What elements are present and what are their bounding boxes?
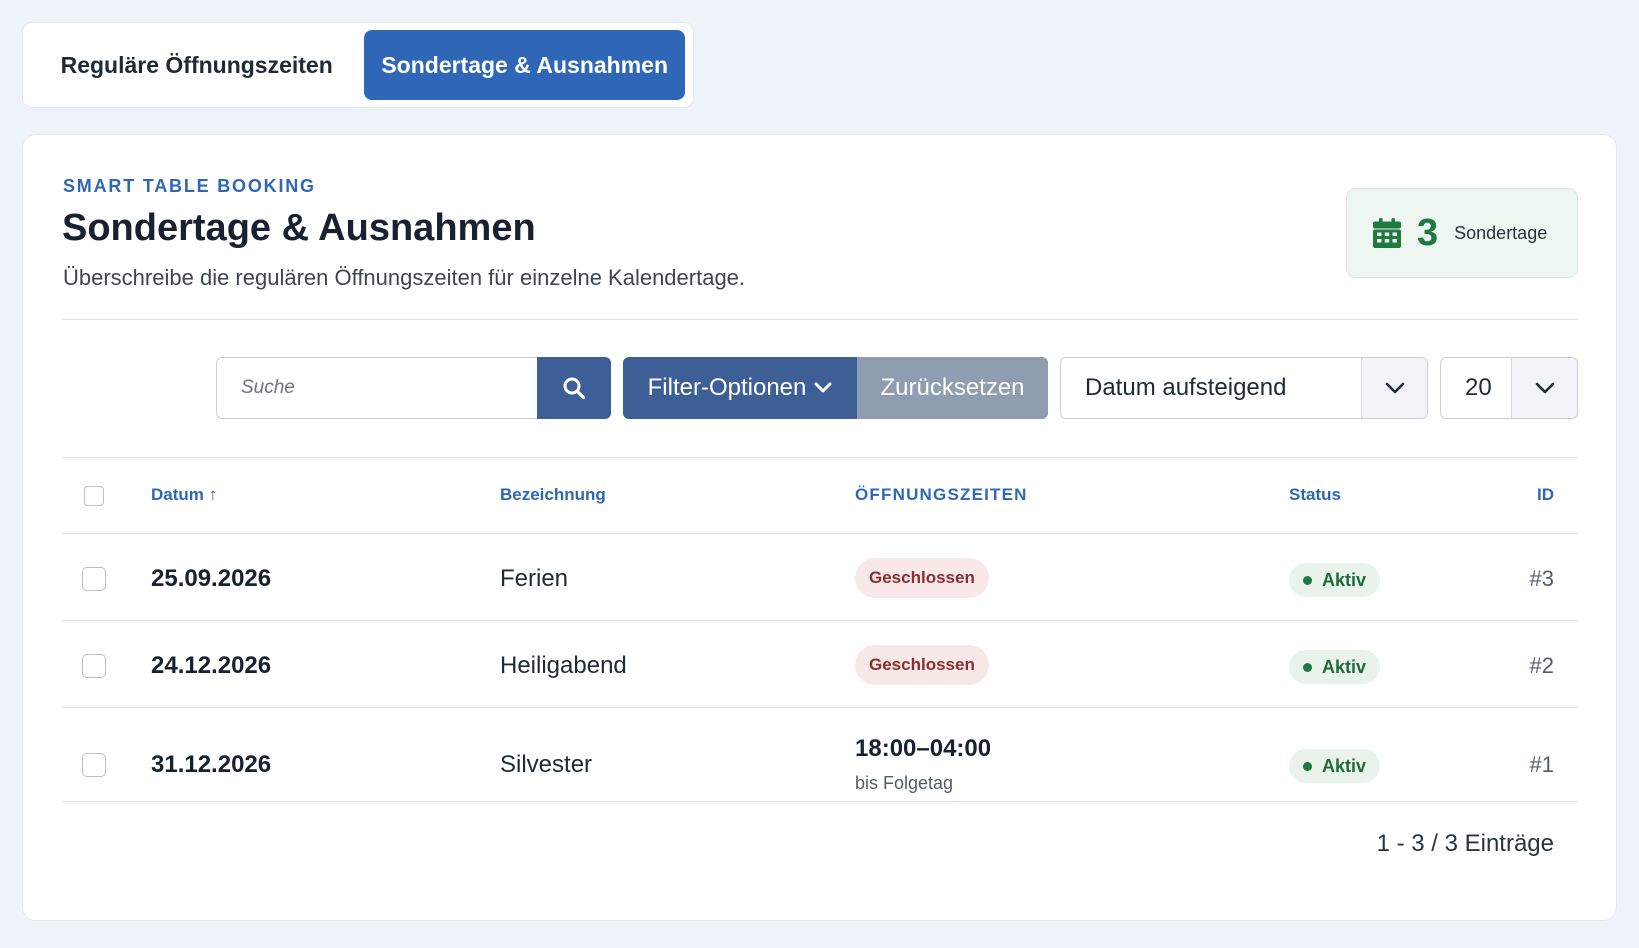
chevron-down-icon bbox=[814, 382, 832, 393]
special-days-count: 3 bbox=[1417, 211, 1439, 254]
per-page-select[interactable]: 20 bbox=[1440, 357, 1578, 419]
closed-badge: Geschlossen bbox=[855, 558, 989, 598]
search-button[interactable] bbox=[537, 357, 611, 419]
special-days-count-box: 3 Sondertage bbox=[1346, 188, 1578, 278]
tab-bar: Reguläre Öffnungszeiten Sondertage & Aus… bbox=[22, 22, 694, 108]
special-days-card: SMART TABLE BOOKING Sondertage & Ausnahm… bbox=[22, 134, 1617, 921]
per-page-select-arrow[interactable] bbox=[1511, 358, 1577, 418]
opening-time-note: bis Folgetag bbox=[855, 773, 954, 793]
column-header-id[interactable]: ID bbox=[1537, 485, 1554, 505]
status-dot-icon bbox=[1303, 761, 1312, 771]
tab-regular-hours[interactable]: Reguläre Öffnungszeiten bbox=[31, 30, 362, 100]
table-bottom-divider bbox=[62, 801, 1578, 802]
row-divider bbox=[62, 620, 1578, 621]
row-id: #1 bbox=[1529, 752, 1554, 777]
eyebrow-label: SMART TABLE BOOKING bbox=[63, 176, 316, 196]
closed-badge: Geschlossen bbox=[855, 645, 989, 685]
status-dot-icon bbox=[1303, 575, 1312, 585]
column-header-name[interactable]: Bezeichnung bbox=[500, 485, 606, 505]
row-checkbox[interactable] bbox=[82, 654, 106, 678]
column-header-date[interactable]: Datum ↑ bbox=[151, 485, 217, 505]
special-days-count-label: Sondertage bbox=[1454, 222, 1548, 243]
row-name: Silvester bbox=[500, 751, 593, 778]
chevron-down-icon bbox=[1535, 382, 1554, 393]
status-badge-label: Aktiv bbox=[1322, 755, 1367, 776]
status-dot-icon bbox=[1303, 662, 1312, 672]
tab-special-days[interactable]: Sondertage & Ausnahmen bbox=[364, 30, 685, 100]
search-icon bbox=[563, 377, 586, 400]
closed-badge-label: Geschlossen bbox=[869, 655, 975, 674]
row-checkbox[interactable] bbox=[82, 567, 106, 591]
calendar-icon bbox=[1373, 218, 1401, 248]
row-date: 25.09.2026 bbox=[151, 565, 272, 592]
status-badge-label: Aktiv bbox=[1322, 656, 1367, 677]
closed-badge-label: Geschlossen bbox=[869, 568, 975, 587]
filter-options-label: Filter-Optionen bbox=[647, 374, 807, 401]
reset-button[interactable]: Zurücksetzen bbox=[857, 357, 1048, 419]
tab-regular-hours-label: Reguläre Öffnungszeiten bbox=[60, 51, 333, 78]
header-divider bbox=[62, 319, 1578, 320]
filter-options-button[interactable]: Filter-Optionen bbox=[623, 357, 857, 419]
pagination-info: 1 - 3 / 3 Einträge bbox=[1376, 830, 1554, 857]
search-input[interactable] bbox=[216, 357, 538, 419]
row-name: Heiligabend bbox=[500, 652, 627, 679]
page-subtitle: Überschreibe die regulären Öffnungszeite… bbox=[63, 265, 746, 290]
sort-select[interactable]: Datum aufsteigend bbox=[1060, 357, 1428, 419]
row-checkbox[interactable] bbox=[82, 753, 106, 777]
tab-special-days-label: Sondertage & Ausnahmen bbox=[381, 51, 669, 78]
table-header-divider bbox=[62, 533, 1578, 534]
select-all-checkbox[interactable] bbox=[84, 486, 104, 506]
row-date: 24.12.2026 bbox=[151, 652, 272, 679]
column-header-hours: ÖFFNUNGSZEITEN bbox=[855, 485, 1028, 504]
page-title: Sondertage & Ausnahmen bbox=[62, 207, 536, 249]
status-badge: Aktiv bbox=[1289, 650, 1381, 684]
status-badge: Aktiv bbox=[1289, 563, 1381, 597]
sort-select-arrow[interactable] bbox=[1361, 358, 1427, 418]
opening-time: 18:00–04:00 bbox=[855, 735, 992, 762]
status-badge-label: Aktiv bbox=[1322, 569, 1367, 590]
row-id: #3 bbox=[1529, 566, 1554, 591]
row-date: 31.12.2026 bbox=[151, 751, 272, 778]
row-name: Ferien bbox=[500, 565, 569, 592]
column-header-status[interactable]: Status bbox=[1289, 485, 1341, 505]
chevron-down-icon bbox=[1385, 382, 1404, 393]
reset-label: Zurücksetzen bbox=[880, 374, 1025, 401]
row-id: #2 bbox=[1529, 653, 1554, 678]
row-divider bbox=[62, 707, 1578, 708]
toolbar-divider bbox=[62, 457, 1578, 458]
per-page-select-value: 20 bbox=[1465, 374, 1492, 401]
status-badge: Aktiv bbox=[1289, 749, 1381, 783]
sort-select-value: Datum aufsteigend bbox=[1085, 374, 1287, 401]
